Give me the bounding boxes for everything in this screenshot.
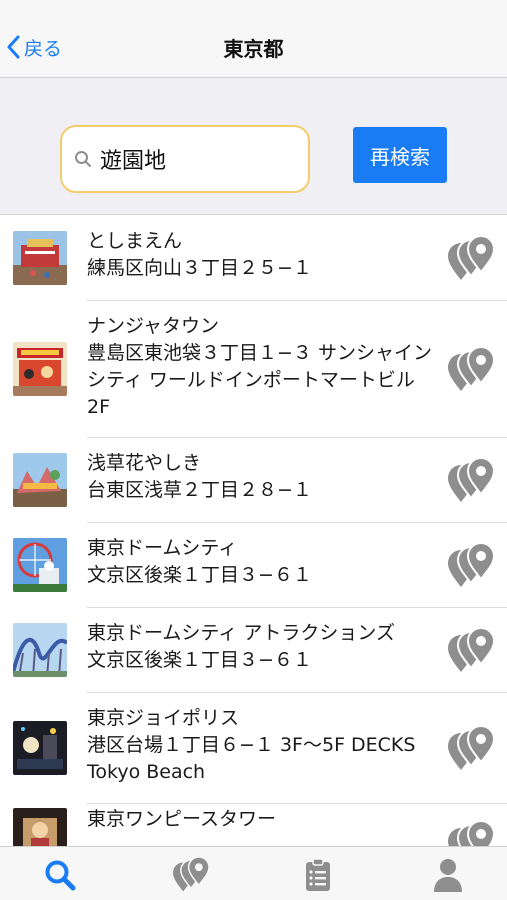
result-name: 東京ジョイポリス <box>87 707 240 729</box>
result-text: 東京ドームシティ アトラクションズ 文京区後楽１丁目３−６１ <box>87 620 432 674</box>
result-name: 東京ドームシティ アトラクションズ <box>87 622 395 644</box>
clipboard-icon <box>306 858 330 891</box>
result-row[interactable]: 東京ワンピースタワー <box>0 804 507 846</box>
map-pins-icon[interactable] <box>445 627 497 674</box>
result-thumbnail <box>13 623 67 677</box>
result-address: 文京区後楽１丁目３−６１ <box>87 564 312 586</box>
result-text: 東京ドームシティ文京区後楽１丁目３−６１ <box>87 535 432 589</box>
result-address: 豊島区東池袋３丁目１−３ サンシャインシティ ワールドインポートマートビル 2F <box>87 342 432 418</box>
result-text: ナンジャタウン豊島区東池袋３丁目１−３ サンシャインシティ ワールドインポートマ… <box>87 313 432 421</box>
result-text: 東京ワンピースタワー <box>87 806 432 833</box>
result-name: 東京ワンピースタワー <box>87 808 277 830</box>
result-name: 東京ドームシティ <box>87 537 238 559</box>
result-text: 東京ジョイポリス港区台場１丁目６−１ 3F〜5F DECKS Tokyo Bea… <box>87 705 432 786</box>
result-thumbnail <box>13 538 67 592</box>
map-pins-icon <box>173 857 210 892</box>
search-field[interactable] <box>60 125 310 193</box>
result-row[interactable]: 東京ジョイポリス港区台場１丁目６−１ 3F〜5F DECKS Tokyo Bea… <box>0 693 507 804</box>
result-name: 浅草花やしき <box>87 452 202 474</box>
result-thumbnail <box>13 808 67 846</box>
result-row[interactable]: ナンジャタウン豊島区東池袋３丁目１−３ サンシャインシティ ワールドインポートマ… <box>0 301 507 438</box>
search-tab[interactable] <box>38 855 82 895</box>
page-title: 東京都 <box>223 37 284 61</box>
result-name: ナンジャタウン <box>87 315 220 337</box>
result-name: としまえん <box>87 230 183 252</box>
result-thumbnail <box>13 453 67 507</box>
result-address: 港区台場１丁目６−１ 3F〜5F DECKS Tokyo Beach <box>87 734 416 783</box>
result-row[interactable]: 東京ドームシティ文京区後楽１丁目３−６１ <box>0 523 507 608</box>
search-input[interactable] <box>100 146 290 172</box>
result-text: 浅草花やしき台東区浅草２丁目２８−１ <box>87 450 432 504</box>
result-row[interactable]: 浅草花やしき台東区浅草２丁目２８−１ <box>0 438 507 523</box>
navigation-bar: 戻る 東京都 <box>0 0 507 78</box>
map-pins-icon[interactable] <box>445 820 497 846</box>
result-thumbnail <box>13 231 67 285</box>
tab-bar <box>0 846 507 900</box>
map-pins-icon[interactable] <box>445 346 497 393</box>
map-pins-tab[interactable] <box>169 855 213 895</box>
result-address: 台東区浅草２丁目２８−１ <box>87 479 312 501</box>
result-row[interactable]: 東京ドームシティ アトラクションズ 文京区後楽１丁目３−６１ <box>0 608 507 693</box>
result-row[interactable]: としまえん練馬区向山３丁目２５−１ <box>0 216 507 301</box>
results-list: としまえん練馬区向山３丁目２５−１ ナンジャタウン豊島区東池袋３丁目１−３ サンシ… <box>0 216 507 846</box>
result-thumbnail <box>13 342 67 396</box>
result-thumbnail <box>13 721 67 775</box>
list-tab[interactable] <box>296 855 340 895</box>
search-icon <box>75 151 91 167</box>
result-address: 文京区後楽１丁目３−６１ <box>87 649 312 671</box>
profile-tab[interactable] <box>426 855 470 895</box>
result-address: 練馬区向山３丁目２５−１ <box>87 257 312 279</box>
map-pins-icon[interactable] <box>445 457 497 504</box>
person-icon <box>434 859 462 892</box>
map-pins-icon[interactable] <box>445 725 497 772</box>
research-button[interactable]: 再検索 <box>353 127 447 183</box>
map-pins-icon[interactable] <box>445 235 497 282</box>
map-pins-icon[interactable] <box>445 542 497 589</box>
search-icon <box>45 860 76 891</box>
result-text: としまえん練馬区向山３丁目２５−１ <box>87 228 432 282</box>
search-area: 再検索 <box>0 78 507 215</box>
